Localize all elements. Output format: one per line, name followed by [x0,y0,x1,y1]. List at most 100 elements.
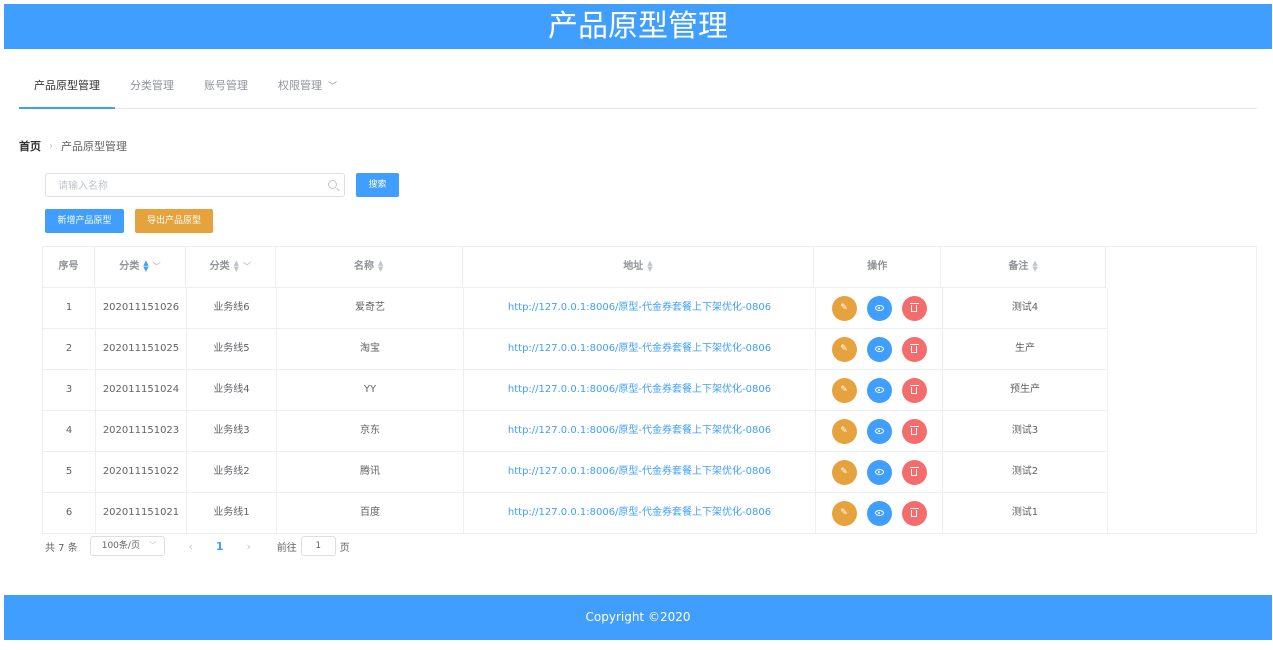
table-row: 6 202011151021 业务线1 百度 http://127.0.0.1:… [43,493,1108,534]
cell-name: YY [277,370,464,410]
sort-icon[interactable]: ▲ ▼ [1032,260,1037,273]
top-nav-menu: 产品原型管理 分类管理 账号管理 权限管理 ﹀ [19,62,1257,109]
table-row: 5 202011151022 业务线2 腾讯 http://127.0.0.1:… [43,452,1108,493]
table-row: 3 202011151024 业务线4 YY http://127.0.0.1:… [43,370,1108,411]
nav-item-accounts[interactable]: 账号管理 [189,62,263,109]
app-footer: Copyright ©2020 [4,595,1272,640]
column-header-category[interactable]: 分类 ▲ ▼ ﹀ [186,247,276,287]
page-size-select[interactable]: 100条/页 ﹀ [89,536,165,556]
app-title: 产品原型管理 [548,9,728,44]
table-header: 序号 分类 ▲ ▼ ﹀ 分类 ▲ ▼ ﹀ 名称 ▲ ▼ 地址 ▲ ▼ 操作 备注 ▲ ▼ [43,247,1107,288]
cell-code: 202011151025 [96,329,187,369]
column-header-note[interactable]: 备注 ▲ ▼ [941,247,1107,287]
cell-code: 202011151021 [96,493,187,533]
page-suffix-label: 页 [339,542,350,554]
trash-icon[interactable] [901,500,927,526]
search-box [45,173,345,198]
column-header-code[interactable]: 分类 ▲ ▼ ﹀ [95,247,186,287]
cell-index: 1 [43,288,96,328]
trash-icon[interactable] [901,295,927,321]
cell-url-link[interactable]: http://127.0.0.1:8006/原型-代金券套餐上下架优化-0806 [464,288,816,328]
column-header-label: 分类 [119,261,140,272]
eye-icon[interactable] [866,377,892,403]
chevron-down-icon: ﹀ [148,541,157,550]
app-header: 产品原型管理 [4,4,1272,49]
nav-item-categories[interactable]: 分类管理 [115,62,189,109]
cell-actions: ✎ [816,329,943,369]
column-header-label: 操作 [867,261,888,272]
cell-category: 业务线3 [187,411,277,451]
table-row: 2 202011151025 业务线5 淘宝 http://127.0.0.1:… [43,329,1108,370]
search-input[interactable] [46,175,316,198]
cell-url-link[interactable]: http://127.0.0.1:8006/原型-代金券套餐上下架优化-0806 [464,370,816,410]
goto-page-input[interactable] [300,536,336,556]
sort-icon[interactable]: ▲ ▼ [143,260,148,273]
column-header-label: 备注 [1008,261,1029,272]
cell-name: 京东 [277,411,464,451]
breadcrumb-home[interactable]: 首页 [19,138,41,154]
breadcrumb-current: 产品原型管理 [61,140,127,153]
cell-actions: ✎ [816,493,943,533]
column-header-url[interactable]: 地址 ▲ ▼ [463,247,815,287]
sort-icon[interactable]: ▲ ▼ [647,260,652,273]
cell-code: 202011151023 [96,411,187,451]
export-prototype-button[interactable]: 导出产品原型 [135,209,213,233]
cell-url-link[interactable]: http://127.0.0.1:8006/原型-代金券套餐上下架优化-0806 [464,329,816,369]
breadcrumb: 首页 › 产品原型管理 [19,138,127,154]
edit-icon[interactable]: ✎ [831,295,857,321]
cell-url-link[interactable]: http://127.0.0.1:8006/原型-代金券套餐上下架优化-0806 [464,411,816,451]
edit-icon[interactable]: ✎ [831,500,857,526]
edit-icon[interactable]: ✎ [831,336,857,362]
cell-index: 3 [43,370,96,410]
prev-page-button[interactable]: ‹ [177,540,205,553]
cell-url-link[interactable]: http://127.0.0.1:8006/原型-代金券套餐上下架优化-0806 [464,452,816,492]
filter-chevron-icon[interactable]: ﹀ [243,247,251,287]
trash-icon[interactable] [901,418,927,444]
cell-category: 业务线4 [187,370,277,410]
nav-item-permissions[interactable]: 权限管理 ﹀ [263,62,352,109]
search-icon [328,180,337,189]
cell-code: 202011151024 [96,370,187,410]
cell-code: 202011151026 [96,288,187,328]
cell-name: 淘宝 [277,329,464,369]
chevron-down-icon: ﹀ [328,82,338,92]
page-number-current[interactable]: 1 [205,540,235,553]
eye-icon[interactable] [866,336,892,362]
search-button[interactable]: 搜索 [356,173,399,197]
cell-index: 5 [43,452,96,492]
eye-icon[interactable] [866,459,892,485]
table-row: 1 202011151026 业务线6 爱奇艺 http://127.0.0.1… [43,288,1108,329]
edit-icon[interactable]: ✎ [831,459,857,485]
sort-icon[interactable]: ▲ ▼ [234,260,239,273]
cell-name: 百度 [277,493,464,533]
column-header-name[interactable]: 名称 ▲ ▼ [276,247,463,287]
cell-note: 测试4 [943,288,1108,328]
cell-actions: ✎ [816,370,943,410]
filter-chevron-icon[interactable]: ﹀ [153,247,161,287]
column-header-index: 序号 [43,247,95,287]
nav-item-prototypes[interactable]: 产品原型管理 [19,62,115,109]
cell-url-link[interactable]: http://127.0.0.1:8006/原型-代金券套餐上下架优化-0806 [464,493,816,533]
trash-icon[interactable] [901,459,927,485]
goto-label: 前往 [276,542,297,554]
edit-icon[interactable]: ✎ [831,418,857,444]
sort-icon[interactable]: ▲ ▼ [378,260,383,273]
trash-icon[interactable] [901,377,927,403]
edit-icon[interactable]: ✎ [831,377,857,403]
cell-code: 202011151022 [96,452,187,492]
eye-icon[interactable] [866,500,892,526]
cell-actions: ✎ [816,288,943,328]
column-header-label: 序号 [58,261,79,272]
column-header-label: 地址 [623,261,644,272]
cell-note: 测试3 [943,411,1108,451]
eye-icon[interactable] [866,295,892,321]
cell-note: 测试2 [943,452,1108,492]
column-header-label: 分类 [209,261,230,272]
eye-icon[interactable] [866,418,892,444]
next-page-button[interactable]: › [235,540,263,553]
cell-index: 4 [43,411,96,451]
nav-item-permissions-label: 权限管理 [278,79,322,92]
table-row: 4 202011151023 业务线3 京东 http://127.0.0.1:… [43,411,1108,452]
add-prototype-button[interactable]: 新增产品原型 [45,209,124,233]
trash-icon[interactable] [901,336,927,362]
